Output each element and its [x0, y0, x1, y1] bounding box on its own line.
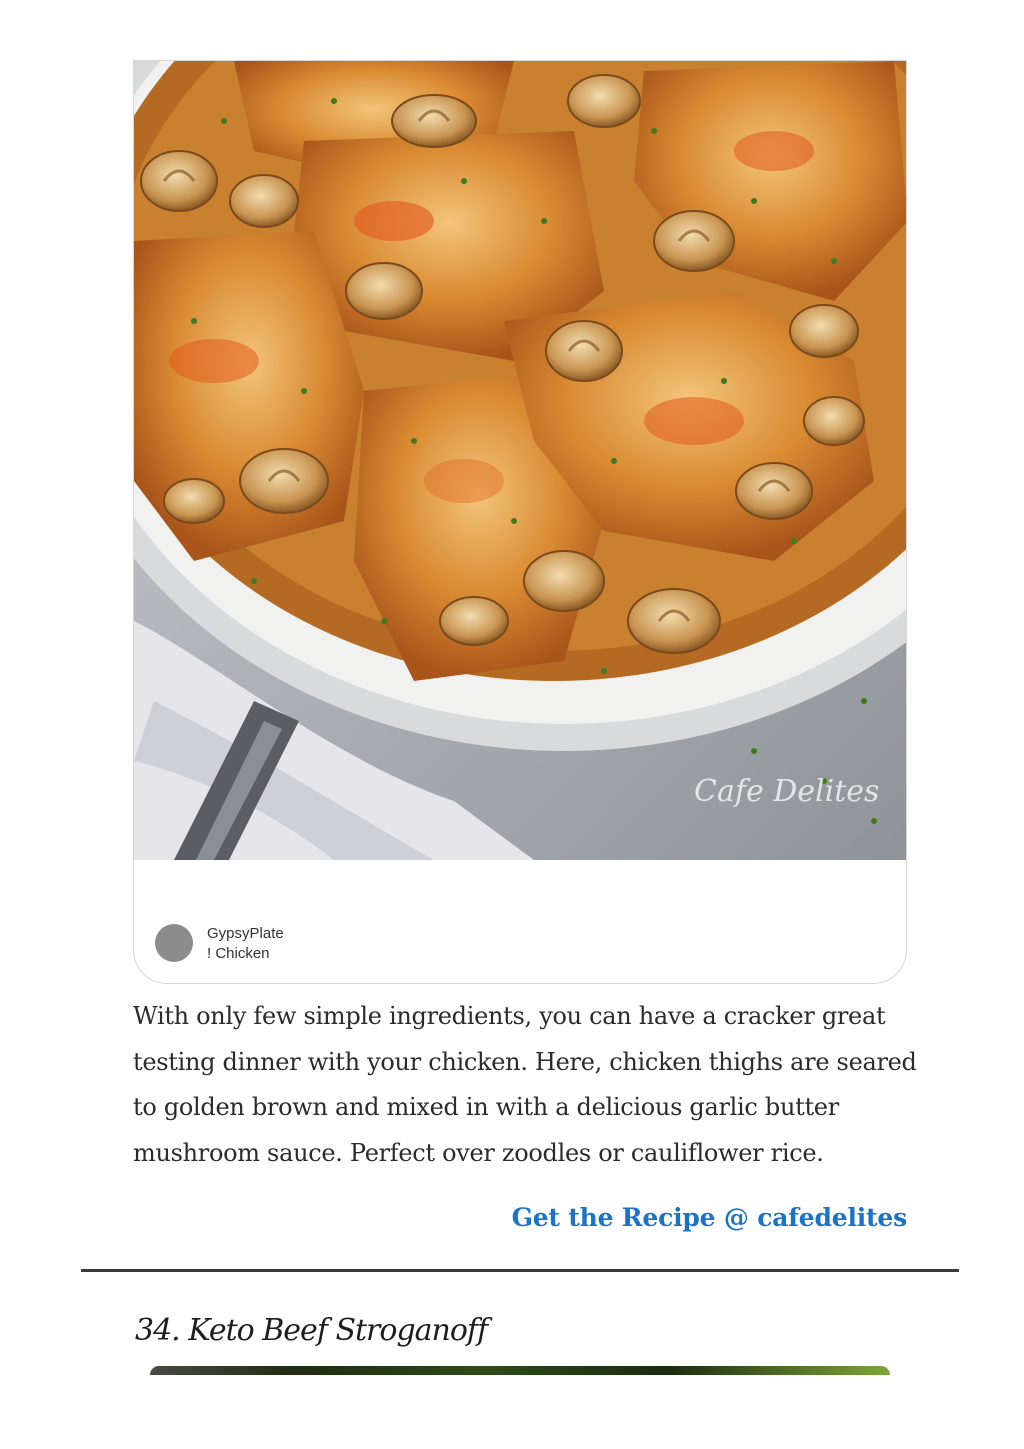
- next-recipe-image[interactable]: [150, 1366, 890, 1375]
- source-name[interactable]: GypsyPlate: [207, 924, 284, 944]
- pin-image[interactable]: Cafe Delites: [134, 61, 906, 860]
- section-divider: [81, 1269, 959, 1272]
- board-name[interactable]: ! Chicken: [207, 944, 284, 964]
- watermark-text: Cafe Delites: [694, 774, 879, 809]
- avatar[interactable]: [155, 924, 193, 962]
- section-heading: 34. Keto Beef Stroganoff: [135, 1313, 488, 1348]
- recipe-description: With only few simple ingredients, you ca…: [133, 1002, 917, 1167]
- pin-card[interactable]: Cafe Delites GypsyPlate ! Chicken: [133, 60, 907, 984]
- food-photo: Cafe Delites: [134, 61, 906, 860]
- pin-meta: GypsyPlate ! Chicken: [207, 924, 284, 964]
- get-recipe-link[interactable]: Get the Recipe @ cafedelites: [512, 1203, 908, 1232]
- pin-footer: GypsyPlate ! Chicken: [134, 860, 906, 983]
